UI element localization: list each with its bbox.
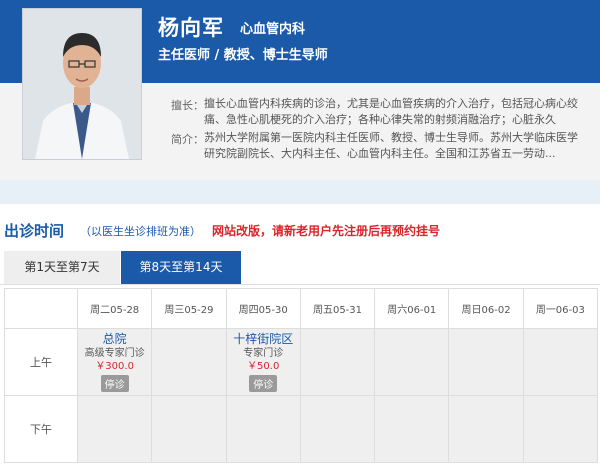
week-tabs: 第1天至第7天 第8天至第14天 [0, 251, 600, 285]
intro-label: 简介： [171, 133, 204, 146]
corner-cell [4, 288, 78, 329]
slot-price: ￥300.0 [95, 361, 134, 372]
slot-cell-empty [76, 395, 153, 463]
slot-cell-empty [299, 328, 376, 396]
slot-status-badge: 停诊 [100, 375, 129, 392]
slot-price: ￥50.0 [247, 361, 280, 372]
schedule-subheading: （以医生坐诊排班为准） [80, 225, 201, 238]
slot-cell-empty [522, 328, 599, 396]
day-header: 周六06-01 [374, 288, 450, 329]
slot-type: 专家门诊 [243, 348, 284, 359]
specialty-text: 擅长心血管内科疾病的诊治，尤其是心血管疾病的介入治疗，包括冠心病心绞痛、急性心肌… [204, 97, 578, 126]
slot-cell[interactable]: 十梓街院区 专家门诊 ￥50.0 停诊 [225, 328, 301, 396]
slot-cell-empty [522, 395, 599, 463]
slot-location[interactable]: 总院 [103, 332, 127, 347]
morning-row: 上午 总院 高级专家门诊 ￥300.0 停诊 十梓街院区 专家门诊 ￥50.0 … [4, 328, 599, 396]
doctor-photo [22, 8, 142, 160]
registration-notice: 网站改版，请新老用户先注册后再预约挂号 [212, 224, 441, 238]
doctor-title: 主任医师 / 教授、博士生导师 [158, 48, 328, 63]
slot-type: 高级专家门诊 [84, 348, 145, 359]
specialty-label: 擅长： [171, 99, 204, 112]
row-label-afternoon: 下午 [4, 395, 78, 463]
afternoon-row: 下午 [4, 395, 599, 463]
schedule-header-row: 周二05-28 周三05-29 周四05-30 周五05-31 周六06-01 … [4, 288, 599, 329]
slot-status-badge: 停诊 [249, 375, 278, 392]
section-divider [0, 180, 600, 204]
day-header: 周五05-31 [299, 288, 376, 329]
schedule-table: 周二05-28 周三05-29 周四05-30 周五05-31 周六06-01 … [4, 288, 599, 463]
slot-cell-empty [299, 395, 376, 463]
slot-cell-empty [151, 395, 227, 463]
slot-cell-empty [374, 395, 450, 463]
slot-cell-empty [151, 328, 227, 396]
doctor-name: 杨向军 [158, 16, 224, 40]
slot-cell-empty [225, 395, 301, 463]
intro-text: 苏州大学附属第一医院内科主任医师、教授、博士生导师。苏州大学临床医学研究院副院长… [204, 131, 578, 160]
day-header: 周日06-02 [448, 288, 524, 329]
slot-cell-empty [374, 328, 450, 396]
tab-week-1[interactable]: 第1天至第7天 [4, 251, 120, 284]
slot-location[interactable]: 十梓街院区 [233, 332, 293, 347]
schedule-heading: 出诊时间 [4, 222, 65, 240]
doctor-department: 心血管内科 [240, 22, 306, 37]
tab-week-2[interactable]: 第8天至第14天 [121, 251, 241, 284]
day-header: 周二05-28 [76, 288, 153, 329]
day-header: 周四05-30 [225, 288, 301, 329]
day-header: 周三05-29 [151, 288, 227, 329]
row-label-morning: 上午 [4, 328, 78, 396]
slot-cell-empty [448, 395, 524, 463]
slot-cell-empty [448, 328, 524, 396]
slot-cell[interactable]: 总院 高级专家门诊 ￥300.0 停诊 [76, 328, 153, 396]
day-header: 周一06-03 [522, 288, 599, 329]
